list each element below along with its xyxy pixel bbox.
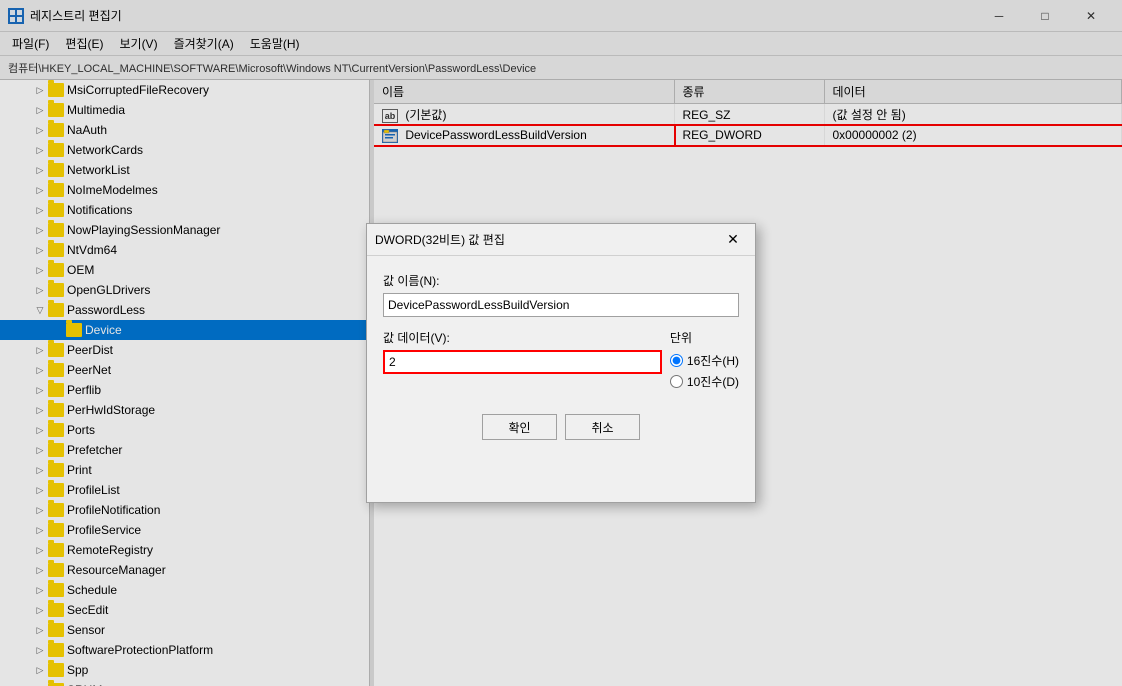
value-row: 값 데이터(V): 단위 16진수(H) 10진수(D) bbox=[383, 329, 739, 390]
radio-hex-option[interactable]: 16진수(H) bbox=[670, 352, 739, 369]
dialog-content: 값 이름(N): 값 데이터(V): 단위 16진수(H) 10진수(D) bbox=[367, 256, 755, 456]
modal-overlay: DWORD(32비트) 값 편집 ✕ 값 이름(N): 값 데이터(V): 단위… bbox=[0, 0, 1122, 686]
radio-dec-label: 10진수(D) bbox=[687, 373, 739, 390]
radio-hex[interactable] bbox=[670, 354, 683, 367]
unit-label: 단위 bbox=[670, 329, 739, 346]
dialog-title: DWORD(32비트) 값 편집 bbox=[375, 231, 719, 248]
value-data-input[interactable] bbox=[383, 350, 662, 374]
radio-dec[interactable] bbox=[670, 375, 683, 388]
radio-dec-option[interactable]: 10진수(D) bbox=[670, 373, 739, 390]
value-data-label: 값 데이터(V): bbox=[383, 329, 662, 346]
unit-section: 단위 16진수(H) 10진수(D) bbox=[670, 329, 739, 390]
value-name-input[interactable] bbox=[383, 293, 739, 317]
edit-dialog: DWORD(32비트) 값 편집 ✕ 값 이름(N): 값 데이터(V): 단위… bbox=[366, 223, 756, 503]
cancel-button[interactable]: 취소 bbox=[565, 414, 640, 440]
value-data-section: 값 데이터(V): bbox=[383, 329, 662, 390]
dialog-buttons: 확인 취소 bbox=[383, 414, 739, 440]
radio-hex-label: 16진수(H) bbox=[687, 352, 739, 369]
dialog-close-button[interactable]: ✕ bbox=[719, 228, 747, 252]
dialog-title-bar: DWORD(32비트) 값 편집 ✕ bbox=[367, 224, 755, 256]
ok-button[interactable]: 확인 bbox=[482, 414, 557, 440]
value-name-label: 값 이름(N): bbox=[383, 272, 739, 289]
